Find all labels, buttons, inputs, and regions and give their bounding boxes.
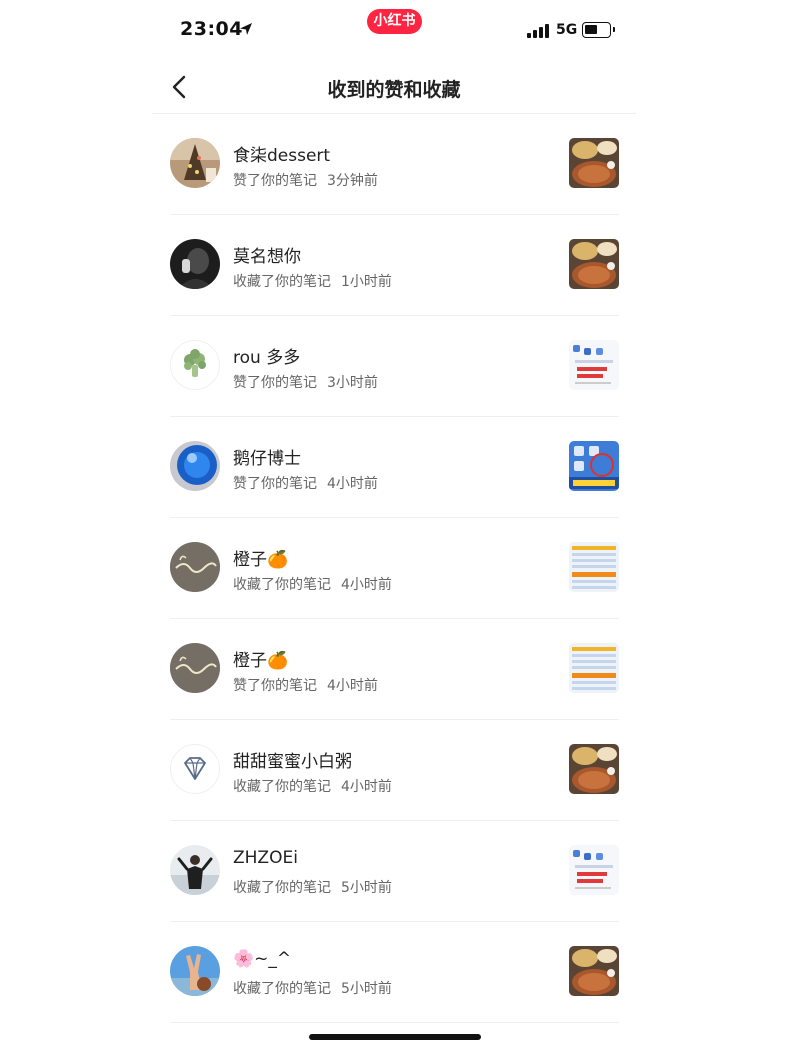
status-bar: 23:04 小红书 5G — [0, 0, 788, 60]
user-name[interactable]: 🌸~_^ — [233, 949, 291, 969]
time-text: 4小时前 — [327, 476, 378, 492]
blue-sphere-avatar-icon[interactable] — [170, 441, 220, 491]
notification-item[interactable]: 橙子🍊 赞了你的笔记 4小时前 — [170, 619, 619, 720]
notification-description: 收藏了你的笔记 1小时前 — [233, 271, 392, 291]
user-name[interactable]: ZHZOEi — [233, 848, 298, 868]
notification-description: 赞了你的笔记 3分钟前 — [233, 170, 378, 190]
notification-description: 收藏了你的笔记 4小时前 — [233, 776, 392, 796]
notification-item[interactable]: 甜甜蜜蜜小白粥 收藏了你的笔记 4小时前 — [170, 720, 619, 821]
network-type: 5G — [556, 22, 578, 38]
neon-sign-avatar-icon[interactable] — [170, 643, 220, 693]
time-text: 3小时前 — [327, 375, 378, 391]
user-name[interactable]: 甜甜蜜蜜小白粥 — [233, 747, 352, 772]
nav-bar: 收到的赞和收藏 — [152, 60, 636, 114]
user-name[interactable]: 鹅仔博士 — [233, 444, 301, 469]
notification-description: 收藏了你的笔记 5小时前 — [233, 978, 392, 998]
notification-item[interactable]: 食柒dessert 赞了你的笔记 3分钟前 — [170, 114, 619, 215]
app-screenshot-thumbnail-icon[interactable] — [569, 845, 619, 895]
page-title: 收到的赞和收藏 — [327, 79, 461, 101]
time-text: 5小时前 — [341, 981, 392, 997]
action-text: 收藏了你的笔记 — [233, 577, 331, 593]
action-text: 收藏了你的笔记 — [233, 880, 331, 896]
action-text: 赞了你的笔记 — [233, 476, 317, 492]
time-text: 3分钟前 — [327, 173, 378, 189]
action-text: 收藏了你的笔记 — [233, 274, 331, 290]
battery-icon — [582, 22, 615, 38]
location-arrow-icon — [240, 23, 252, 35]
table-thumbnail-icon[interactable] — [569, 643, 619, 693]
time-text: 4小时前 — [341, 779, 392, 795]
action-text: 收藏了你的笔记 — [233, 981, 331, 997]
user-name[interactable]: rou 多多 — [233, 343, 300, 368]
notification-description: 赞了你的笔记 3小时前 — [233, 372, 378, 392]
notification-item[interactable]: 鹅仔博士 赞了你的笔记 4小时前 — [170, 417, 619, 518]
app-badge: 小红书 — [367, 9, 422, 34]
food-note-thumbnail-icon[interactable] — [569, 946, 619, 996]
user-name[interactable]: 莫名想你 — [233, 242, 301, 267]
dark-portrait-avatar-icon[interactable] — [170, 239, 220, 289]
neon-sign-avatar-icon[interactable] — [170, 542, 220, 592]
user-name[interactable]: 食柒dessert — [233, 141, 330, 166]
notification-description: 收藏了你的笔记 4小时前 — [233, 574, 392, 594]
status-time: 23:04 — [180, 18, 243, 40]
notification-list: 食柒dessert 赞了你的笔记 3分钟前 莫名想你 收藏了你的笔记 1小时前 — [170, 114, 619, 1023]
time-text: 5小时前 — [341, 880, 392, 896]
broccoli-avatar-icon[interactable] — [170, 340, 220, 390]
notification-description: 收藏了你的笔记 5小时前 — [233, 877, 392, 897]
ev-card-thumbnail-icon[interactable] — [569, 441, 619, 491]
notification-item[interactable]: rou 多多 赞了你的笔记 3小时前 — [170, 316, 619, 417]
diamond-avatar-icon[interactable] — [170, 744, 220, 794]
notification-item[interactable]: ZHZOEi 收藏了你的笔记 5小时前 — [170, 821, 619, 922]
user-name[interactable]: 橙子🍊 — [233, 646, 288, 671]
time-text: 4小时前 — [341, 577, 392, 593]
action-text: 赞了你的笔记 — [233, 375, 317, 391]
action-text: 收藏了你的笔记 — [233, 779, 331, 795]
table-thumbnail-icon[interactable] — [569, 542, 619, 592]
action-text: 赞了你的笔记 — [233, 173, 317, 189]
time-text: 4小时前 — [327, 678, 378, 694]
notification-item[interactable]: 橙子🍊 收藏了你的笔记 4小时前 — [170, 518, 619, 619]
food-note-thumbnail-icon[interactable] — [569, 239, 619, 289]
food-note-thumbnail-icon[interactable] — [569, 138, 619, 188]
cellular-signal-icon — [527, 24, 551, 38]
christmas-tree-avatar-icon[interactable] — [170, 138, 220, 188]
food-note-thumbnail-icon[interactable] — [569, 744, 619, 794]
user-name[interactable]: 橙子🍊 — [233, 545, 288, 570]
action-text: 赞了你的笔记 — [233, 678, 317, 694]
peace-hand-avatar-icon[interactable] — [170, 946, 220, 996]
home-indicator[interactable] — [309, 1034, 481, 1040]
time-text: 1小时前 — [341, 274, 392, 290]
notification-item[interactable]: 🌸~_^ 收藏了你的笔记 5小时前 — [170, 922, 619, 1023]
person-avatar-icon[interactable] — [170, 845, 220, 895]
app-screenshot-thumbnail-icon[interactable] — [569, 340, 619, 390]
notification-description: 赞了你的笔记 4小时前 — [233, 473, 378, 493]
notification-description: 赞了你的笔记 4小时前 — [233, 675, 378, 695]
notification-item[interactable]: 莫名想你 收藏了你的笔记 1小时前 — [170, 215, 619, 316]
